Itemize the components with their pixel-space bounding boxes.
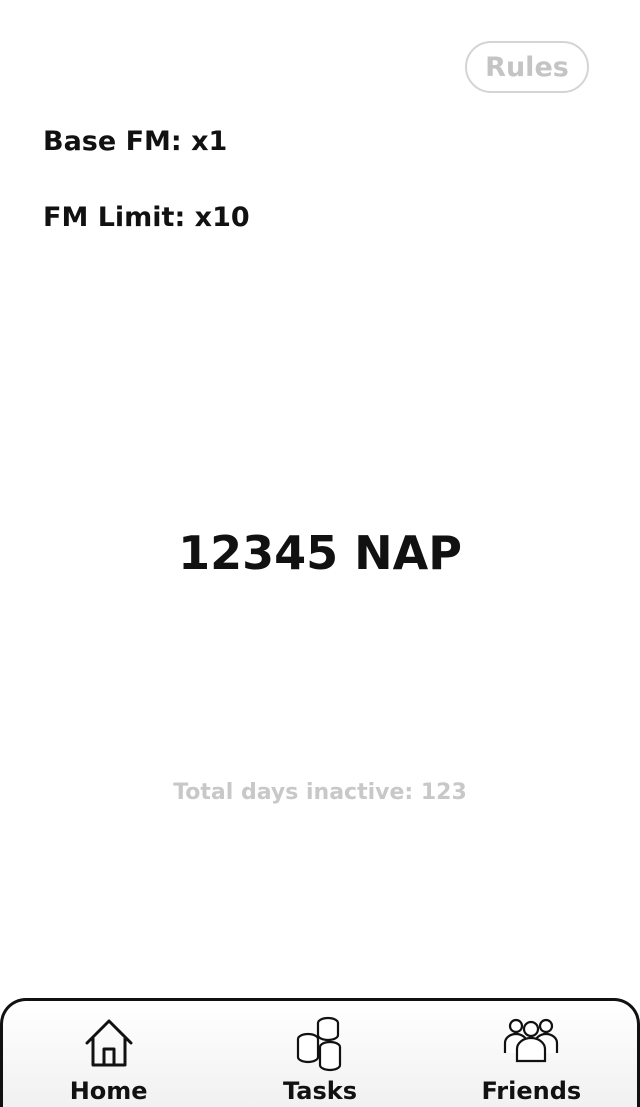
coins-icon: [296, 1016, 342, 1072]
rules-button[interactable]: Rules: [465, 41, 589, 93]
bottom-navigation: Home Tasks Friends: [0, 998, 640, 1107]
nap-balance: 12345 NAP: [178, 526, 462, 580]
inactive-days-label: Total days inactive: 123: [173, 780, 467, 805]
nav-home[interactable]: Home: [19, 1013, 199, 1105]
friends-icon: [504, 1018, 559, 1063]
nav-friends-label: Friends: [481, 1077, 582, 1105]
home-icon: [85, 1019, 133, 1067]
nav-tasks-label: Tasks: [282, 1077, 357, 1105]
nav-friends[interactable]: Friends: [441, 1013, 621, 1105]
nav-tasks[interactable]: Tasks: [230, 1013, 410, 1105]
base-fm-label: Base FM: x1: [43, 126, 228, 157]
fm-limit-label: FM Limit: x10: [43, 202, 250, 233]
home-screen: Rules Base FM: x1 FM Limit: x10 12345 NA…: [0, 0, 640, 1107]
nav-home-label: Home: [69, 1077, 148, 1105]
